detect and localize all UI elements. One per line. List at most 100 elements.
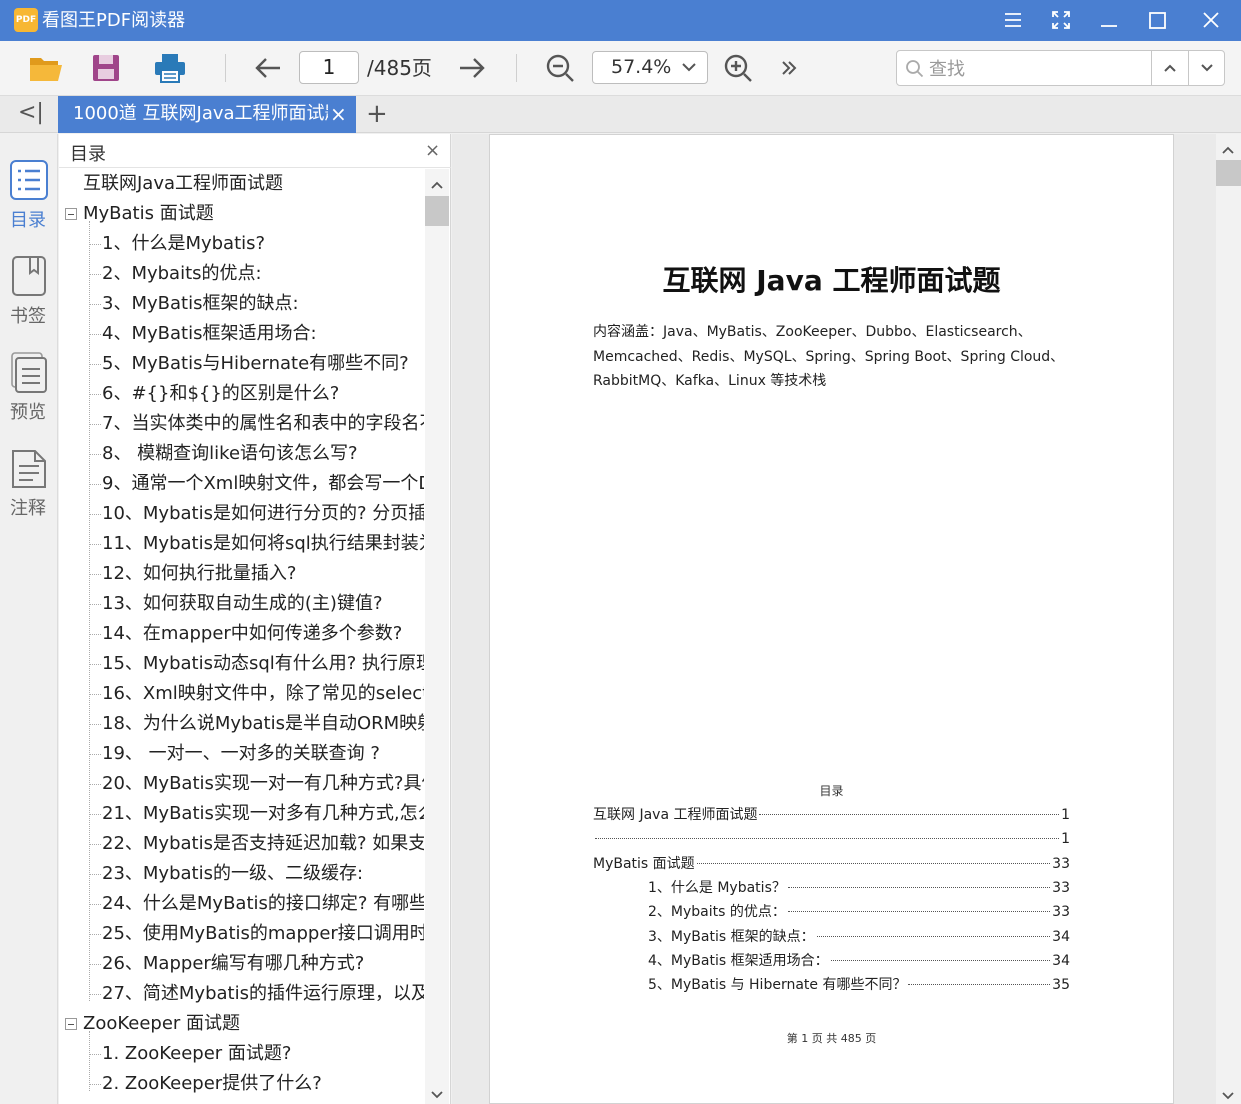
outline-item[interactable]: 2. ZooKeeper提供了什么? [102, 1069, 322, 1099]
search-icon [905, 59, 925, 83]
outline-item[interactable]: ZooKeeper 面试题 [83, 1009, 240, 1039]
outline-item[interactable]: 8、 模糊查询like语句该怎么写? [102, 439, 358, 469]
outline-panel: 目录 × 互联网Java工程师面试题 MyBatis 面试题 1、什么是Mybati… [59, 134, 451, 1104]
outline-scroll-thumb[interactable] [425, 196, 449, 226]
toc-leader-dots [595, 838, 1060, 840]
outline-item[interactable]: 1、什么是Mybatis? [102, 229, 265, 259]
outline-item[interactable]: 27、简述Mybatis的插件运行原理，以及 [102, 979, 424, 1009]
toolbar: 1 /485页 57.4% [0, 41, 1241, 96]
toc-entry[interactable]: 5、MyBatis 与 Hibernate 有哪些不同？ 35 [648, 975, 1070, 995]
toc-entry[interactable]: 2、Mybaits 的优点： 33 [648, 902, 1070, 922]
page-number-input[interactable]: 1 [299, 51, 359, 84]
zoom-out-icon[interactable] [542, 51, 578, 85]
outline-item[interactable]: 24、什么是MyBatis的接口绑定? 有哪些 [102, 889, 424, 919]
chevron-up-icon[interactable] [431, 175, 443, 194]
zoom-in-icon[interactable] [720, 51, 756, 85]
rail-item-bookmarks[interactable]: 书签 [0, 256, 56, 336]
outline-item[interactable]: 2、Mybaits的优点: [102, 259, 262, 289]
collapse-toggle-icon[interactable] [65, 208, 77, 220]
search-input[interactable] [929, 57, 1149, 81]
tree-connector [89, 424, 101, 425]
search-box [896, 50, 1225, 86]
outline-item[interactable]: 10、Mybatis是如何进行分页的? 分页插 [102, 499, 424, 529]
maximize-icon[interactable] [1142, 5, 1172, 35]
rail-item-toc[interactable]: 目录 [0, 160, 56, 240]
tree-connector [89, 364, 101, 365]
rail-item-annotations[interactable]: 注释 [0, 448, 56, 528]
outline-item[interactable]: 7、当实体类中的属性名和表中的字段名不 [102, 409, 424, 439]
zoom-select[interactable]: 57.4% [592, 51, 708, 84]
outline-item[interactable]: 6、#{}和${}的区别是什么? [102, 379, 339, 409]
outline-item[interactable]: 26、Mapper编写有哪几种方式? [102, 949, 364, 979]
outline-item[interactable]: 14、在mapper中如何传递多个参数? [102, 619, 402, 649]
toc-entry[interactable]: 1 [593, 829, 1070, 849]
chevron-up-icon[interactable] [1222, 140, 1234, 159]
print-icon[interactable] [152, 51, 188, 85]
toc-entry-text: MyBatis 面试题 [593, 855, 695, 872]
toc-entry[interactable]: 互联网 Java 工程师面试题 1 [593, 805, 1070, 825]
outline-item[interactable]: 4、MyBatis框架适用场合: [102, 319, 317, 349]
document-viewer: 互联网 Java 工程师面试题 内容涵盖：Java、MyBatis、ZooKee… [452, 134, 1241, 1104]
outline-item[interactable]: 13、如何获取自动生成的(主)键值? [102, 589, 383, 619]
total-pages: /485页 [367, 56, 432, 80]
outline-item[interactable]: 19、 一对一、一对多的关联查询 ? [102, 739, 380, 769]
chevron-down-icon[interactable] [1222, 1086, 1234, 1104]
tree-connector [89, 814, 101, 815]
toc-entry[interactable]: 3、MyBatis 框架的缺点： 34 [648, 927, 1070, 947]
toc-leader-dots [816, 935, 1051, 937]
new-tab-button[interactable]: + [366, 100, 388, 128]
outline-item[interactable]: 23、Mybatis的一级、二级缓存: [102, 859, 363, 889]
collapse-toggle-icon[interactable] [65, 1018, 77, 1030]
toc-entry[interactable]: 1、什么是 Mybatis？ 33 [648, 878, 1070, 898]
viewer-scrollbar[interactable] [1216, 134, 1241, 1104]
outline-item[interactable]: 互联网Java工程师面试题 [83, 169, 283, 199]
tree-connector [89, 634, 101, 635]
outline-item[interactable]: 5、MyBatis与Hibernate有哪些不同? [102, 349, 409, 379]
toc-leader-dots [787, 886, 1051, 888]
outline-item[interactable]: 1. ZooKeeper 面试题? [102, 1039, 291, 1069]
toc-entry-page: 1 [1061, 831, 1070, 848]
toc-entry-page: 34 [1052, 952, 1070, 969]
tree-connector [89, 514, 101, 515]
search-next-button[interactable] [1188, 51, 1225, 85]
outline-item[interactable]: 16、Xml映射文件中，除了常见的select [102, 679, 424, 709]
hamburger-icon[interactable] [998, 5, 1028, 35]
double-chevron-right-icon[interactable] [771, 51, 807, 85]
tree-connector [89, 574, 101, 575]
outline-item[interactable]: 11、Mybatis是如何将sql执行结果封装为 [102, 529, 424, 559]
viewer-scroll-thumb[interactable] [1216, 160, 1241, 186]
toc-title: 目录 [819, 784, 844, 798]
outline-item[interactable]: 22、Mybatis是否支持延迟加载? 如果支 [102, 829, 424, 859]
close-icon[interactable] [1196, 5, 1226, 35]
outline-item[interactable]: 18、为什么说Mybatis是半自动ORM映射 [102, 709, 424, 739]
fullscreen-icon[interactable] [1046, 5, 1076, 35]
tree-connector [89, 874, 101, 875]
arrow-right-icon[interactable] [454, 51, 490, 85]
outline-item[interactable]: 21、MyBatis实现一对多有几种方式,怎么 [102, 799, 424, 829]
tab-close-button[interactable]: × [330, 102, 347, 126]
folder-open-icon[interactable] [28, 51, 64, 85]
outline-item[interactable]: MyBatis 面试题 [83, 199, 214, 229]
toc-entry[interactable]: 4、MyBatis 框架适用场合： 34 [648, 951, 1070, 971]
outline-close-button[interactable]: × [425, 140, 440, 161]
outline-item[interactable]: 25、使用MyBatis的mapper接口调用时 [102, 919, 424, 949]
rail-item-preview[interactable]: 预览 [0, 352, 56, 432]
outline-item[interactable]: 12、如何执行批量插入? [102, 559, 296, 589]
rail-item-label: 预览 [10, 402, 46, 423]
toc-entry-text: 5、MyBatis 与 Hibernate 有哪些不同？ [648, 977, 907, 994]
outline-item[interactable]: 15、Mybatis动态sql有什么用? 执行原理 [102, 649, 424, 679]
chevron-down-icon[interactable] [431, 1085, 443, 1104]
outline-scrollbar[interactable] [425, 169, 449, 1104]
minimize-icon[interactable] [1094, 5, 1124, 35]
toc-entry[interactable]: MyBatis 面试题 33 [593, 854, 1070, 874]
outline-item[interactable]: 9、通常一个Xml映射文件，都会写一个Da [102, 469, 424, 499]
toc-leader-dots [908, 984, 1051, 986]
arrow-left-icon[interactable] [250, 51, 286, 85]
collapse-sidebar-button[interactable]: <| [18, 100, 44, 125]
save-icon[interactable] [88, 51, 124, 85]
tab-document[interactable]: 1000道 互联网Java工程师面试题 × [58, 96, 356, 133]
outline-item[interactable]: 20、MyBatis实现一对一有几种方式?具体 [102, 769, 424, 799]
tab-bar: <| 1000道 互联网Java工程师面试题 × + [0, 96, 1241, 133]
outline-item[interactable]: 3、MyBatis框架的缺点: [102, 289, 299, 319]
search-prev-button[interactable] [1151, 51, 1188, 85]
